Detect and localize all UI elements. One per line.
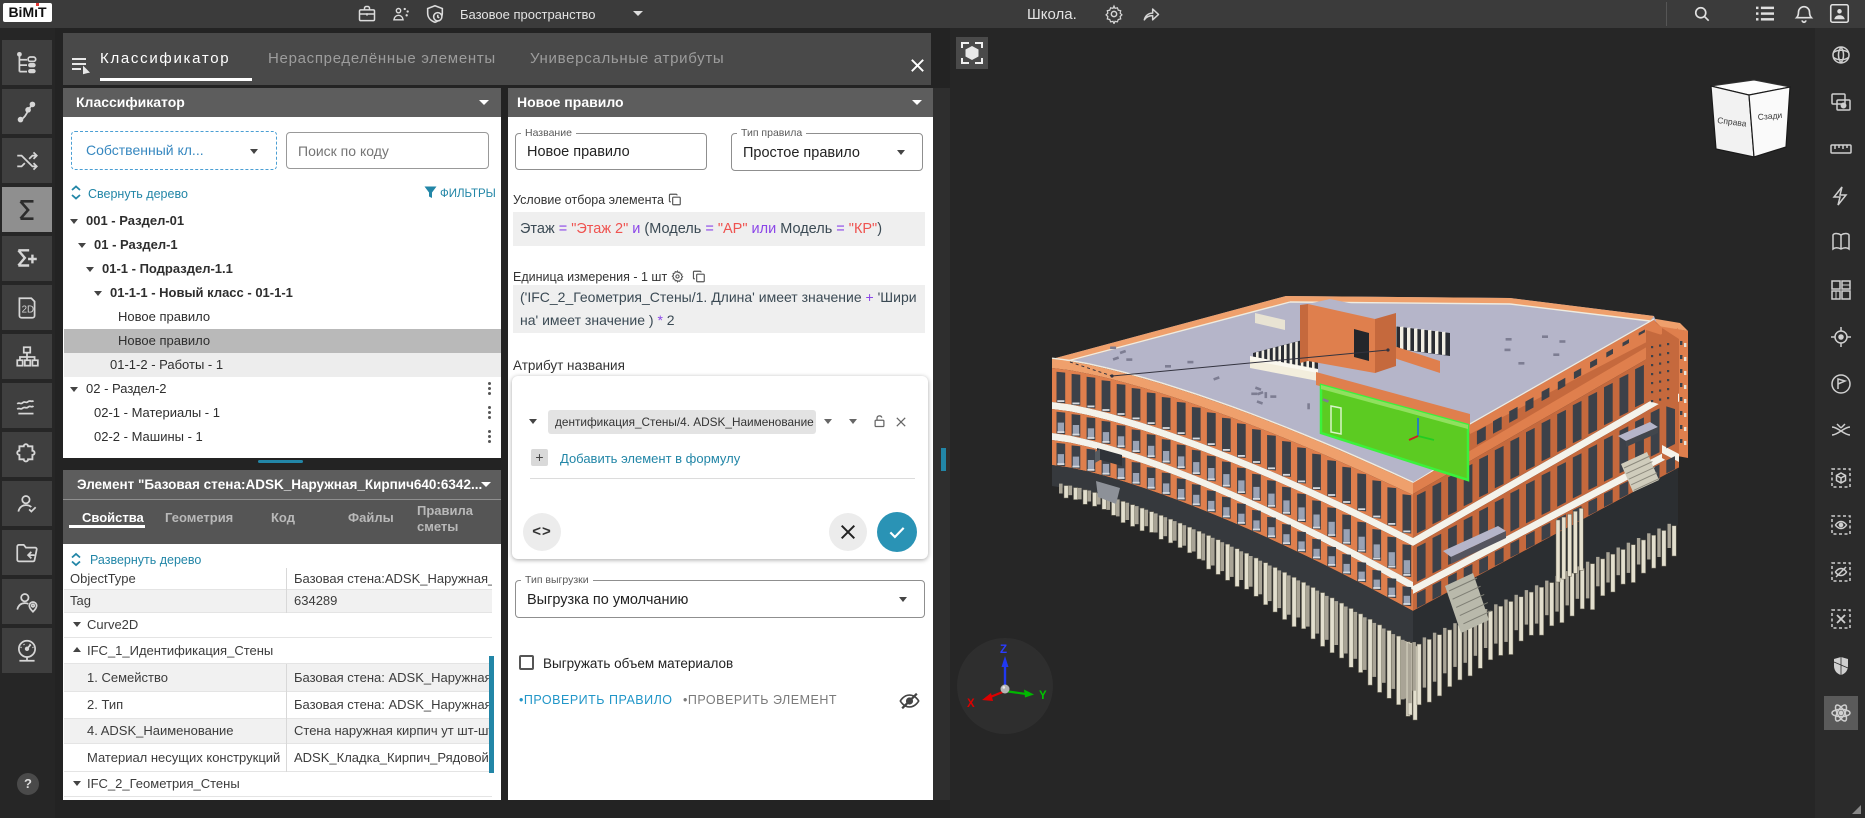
svg-text:X: X [967,698,975,710]
svg-text:2D: 2D [22,304,34,315]
svg-text:Y: Y [1039,690,1047,702]
svg-text:Z: Z [1000,644,1007,656]
